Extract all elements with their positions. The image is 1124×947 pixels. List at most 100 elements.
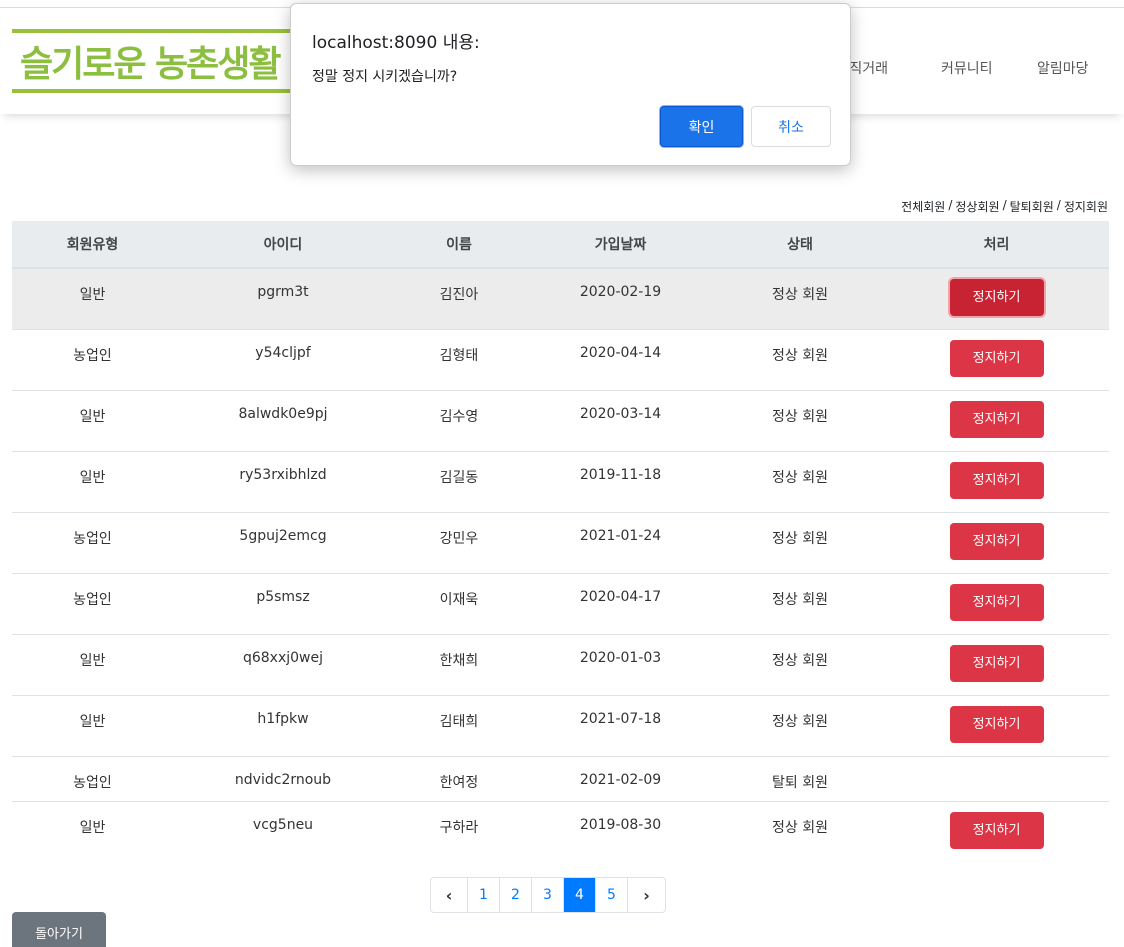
cell-member-type: 일반 (12, 634, 173, 696)
cell-member-type: 일반 (79, 819, 106, 836)
page-link-4-current[interactable]: 4 (564, 878, 596, 912)
cell-id: ry53rxibhlzd (173, 451, 393, 513)
suspend-button[interactable]: 정지하기 (949, 583, 1044, 621)
cell-action: 정지하기 (884, 329, 1109, 391)
cell-id: pgrm3t (173, 268, 393, 330)
header-join-date: 가입날짜 (525, 221, 716, 269)
cell-name: 한여정 (393, 756, 525, 802)
cell-join-date: 2021-01-24 (525, 512, 716, 574)
cell-name: 김수영 (393, 390, 525, 452)
cell-status: 정상 회원 (716, 329, 884, 391)
suspend-button[interactable]: 정지하기 (949, 400, 1044, 438)
cell-join-date: 2019-11-18 (525, 451, 716, 513)
cell-id: p5smsz (173, 573, 393, 635)
nav-notice[interactable]: 알림마당 (1037, 58, 1089, 78)
suspend-button[interactable]: 정지하기 (949, 339, 1044, 377)
confirm-dialog: localhost:8090 내용: 정말 정지 시키겠습니까? 확인 취소 (290, 3, 851, 166)
header-name: 이름 (393, 221, 525, 269)
header-member-type: 회원유형 (12, 221, 173, 269)
cell-name: 한채희 (393, 634, 525, 696)
cell-join-date: 2020-04-17 (525, 573, 716, 635)
cell-name: 이재욱 (393, 573, 525, 635)
suspend-button[interactable]: 정지하기 (949, 461, 1044, 499)
suspend-button[interactable]: 정지하기 (949, 522, 1044, 560)
table-row: 농업인 y54cljpf 김형태 2020-04-14 정상 회원 정지하기 (12, 329, 1109, 391)
cell-action: 정지하기 (884, 801, 1109, 862)
cell-member-type: 농업인 (12, 756, 173, 802)
member-filter: 전체회원 / 정상회원 / 탈퇴회원 / 정지회원 (901, 198, 1108, 215)
cell-action: 정지하기 (884, 695, 1109, 757)
table-row: 일반 ry53rxibhlzd 김길동 2019-11-18 정상 회원 정지하… (12, 451, 1109, 513)
suspend-button[interactable]: 정지하기 (949, 279, 1044, 316)
cell-status: 정상 회원 (716, 634, 884, 696)
cell-id: 5gpuj2emcg (173, 512, 393, 574)
cell-join-date: 2020-01-03 (525, 634, 716, 696)
cell-name: 구하라 (439, 819, 479, 836)
cell-action: 정지하기 (884, 634, 1109, 696)
header-status: 상태 (716, 221, 884, 269)
cell-join-date: 2020-03-14 (525, 390, 716, 452)
dialog-cancel-button[interactable]: 취소 (751, 106, 831, 147)
nav-community[interactable]: 커뮤니티 (941, 58, 993, 78)
member-table: 회원유형 아이디 이름 가입날짜 상태 처리 일반 pgrm3t 김진아 202… (12, 221, 1109, 862)
prev-page-button[interactable]: ‹ (431, 878, 468, 912)
cell-action: 정지하기 (884, 390, 1109, 452)
cell-action (884, 756, 1109, 802)
site-logo[interactable]: 슬기로운 농촌생활 (12, 29, 302, 93)
cell-status: 정상 회원 (716, 390, 884, 452)
filter-suspended[interactable]: 정지회원 (1064, 198, 1108, 215)
table-row: 농업인 ndvidc2rnoub 한여정 2021-02-09 탈퇴 회원 (12, 756, 1109, 802)
cell-status: 정상 회원 (716, 451, 884, 513)
cell-status: 정상 회원 (772, 819, 828, 836)
cell-join-date: 2020-02-19 (525, 268, 716, 330)
cell-id: 8alwdk0e9pj (173, 390, 393, 452)
table-header-row: 회원유형 아이디 이름 가입날짜 상태 처리 (12, 221, 1109, 269)
page-link-1[interactable]: 1 (468, 878, 500, 912)
cell-join-date: 2020-04-14 (525, 329, 716, 391)
cell-status: 정상 회원 (716, 573, 884, 635)
cell-member-type: 일반 (12, 451, 173, 513)
back-button[interactable]: 돌아가기 (12, 912, 106, 947)
cell-name: 김형태 (393, 329, 525, 391)
cell-name: 김태희 (393, 695, 525, 757)
table-row: 일반 pgrm3t 김진아 2020-02-19 정상 회원 정지하기 (12, 268, 1109, 330)
header-id: 아이디 (173, 221, 393, 269)
cell-member-type: 일반 (12, 390, 173, 452)
cell-member-type: 일반 (12, 268, 173, 330)
header-action: 처리 (884, 221, 1109, 269)
cell-member-type: 일반 (12, 695, 173, 757)
cell-action: 정지하기 (884, 451, 1109, 513)
filter-normal[interactable]: 정상회원 (955, 198, 999, 215)
suspend-button[interactable]: 정지하기 (949, 811, 1044, 849)
cell-status: 정상 회원 (716, 512, 884, 574)
next-page-button[interactable]: › (628, 878, 665, 912)
cell-member-type: 농업인 (12, 329, 173, 391)
cell-id: y54cljpf (173, 329, 393, 391)
cell-id: ndvidc2rnoub (173, 756, 393, 802)
filter-all[interactable]: 전체회원 (901, 198, 945, 215)
table-row: 일반 8alwdk0e9pj 김수영 2020-03-14 정상 회원 정지하기 (12, 390, 1109, 452)
dialog-title: localhost:8090 내용: (312, 33, 480, 53)
table-row: 농업인 p5smsz 이재욱 2020-04-17 정상 회원 정지하기 (12, 573, 1109, 635)
cell-action: 정지하기 (884, 512, 1109, 574)
cell-id: h1fpkw (173, 695, 393, 757)
page-link-5[interactable]: 5 (596, 878, 628, 912)
cell-status: 정상 회원 (716, 695, 884, 757)
filter-withdrawn[interactable]: 탈퇴회원 (1010, 198, 1054, 215)
pagination: ‹ 1 2 3 4 5 › (430, 877, 666, 913)
page-link-2[interactable]: 2 (500, 878, 532, 912)
cell-name: 김길동 (393, 451, 525, 513)
table-row: 일반 vcg5neu 구하라 2019-08-30 정상 회원 정지하기 (12, 801, 1109, 862)
dialog-ok-button[interactable]: 확인 (660, 106, 743, 147)
cell-join-date: 2019-08-30 (579, 816, 662, 833)
table-row: 일반 h1fpkw 김태희 2021-07-18 정상 회원 정지하기 (12, 695, 1109, 757)
suspend-button[interactable]: 정지하기 (949, 705, 1044, 743)
cell-member-type: 농업인 (12, 512, 173, 574)
cell-status: 정상 회원 (716, 268, 884, 330)
cell-action: 정지하기 (884, 268, 1109, 330)
cell-action: 정지하기 (884, 573, 1109, 635)
cell-name: 김진아 (393, 268, 525, 330)
suspend-button[interactable]: 정지하기 (949, 644, 1044, 682)
table-row: 농업인 5gpuj2emcg 강민우 2021-01-24 정상 회원 정지하기 (12, 512, 1109, 574)
page-link-3[interactable]: 3 (532, 878, 564, 912)
